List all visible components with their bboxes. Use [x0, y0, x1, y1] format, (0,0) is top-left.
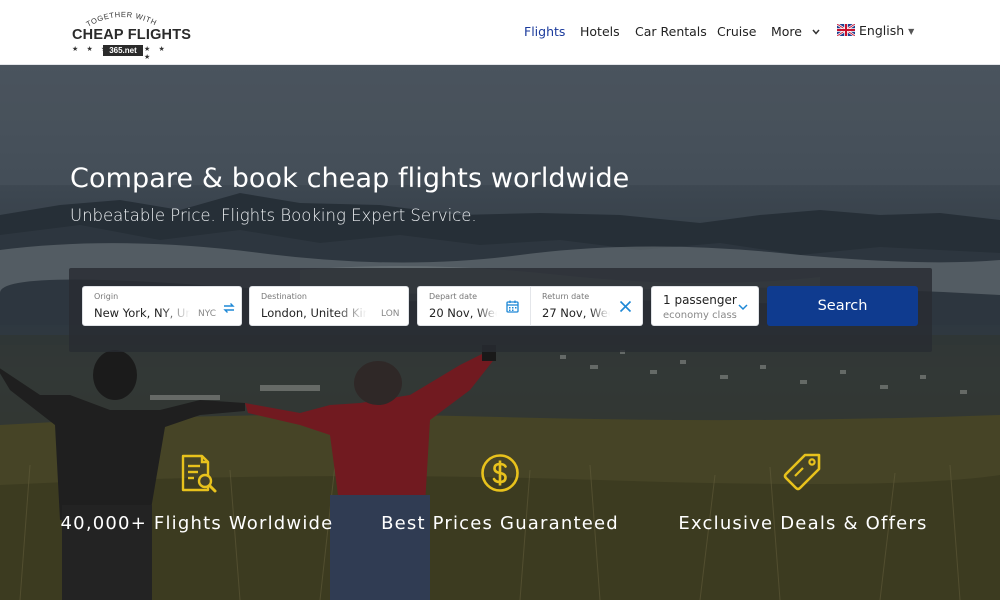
return-date-label: Return date — [542, 292, 590, 301]
language-selector[interactable]: English ▼ — [837, 23, 914, 43]
feature-text: Exclusive Deals & Offers — [678, 513, 928, 534]
destination-code: LON — [381, 309, 400, 319]
chevron-down-icon — [812, 29, 820, 35]
logo-badge: 365.net — [103, 45, 143, 56]
feature-text: 40,000+ Flights Worldwide — [60, 513, 334, 534]
feature-exclusive-deals: Exclusive Deals & Offers — [653, 450, 953, 534]
hero-headline: Compare & book cheap flights worldwide — [70, 163, 630, 194]
passenger-count: 1 passenger — [663, 293, 737, 307]
depart-date-field[interactable]: Depart date 20 Nov, Wed — [417, 286, 531, 326]
depart-date-label: Depart date — [429, 292, 478, 301]
destination-field[interactable]: Destination London, United Kingdom LON — [249, 286, 409, 326]
origin-label: Origin — [94, 292, 119, 301]
logo-arc-text: TOGETHER WITH — [85, 10, 159, 29]
flight-search-form: Origin New York, NY, United States NYC D… — [69, 268, 932, 352]
calendar-icon[interactable] — [506, 300, 519, 313]
destination-value[interactable]: London, United Kingdom — [261, 306, 367, 320]
uk-flag-icon — [837, 24, 855, 36]
nav-car-rentals[interactable]: Car Rentals — [635, 22, 707, 42]
feature-text: Best Prices Guaranteed — [381, 513, 619, 534]
dollar-coin-icon — [481, 454, 519, 492]
nav-more[interactable]: More — [771, 22, 820, 42]
site-logo[interactable]: TOGETHER WITH CHEAP FLIGHTS ★ ★ ★ 365.ne… — [70, 5, 191, 61]
nav-more-label: More — [771, 24, 802, 39]
origin-code: NYC — [198, 309, 217, 319]
clear-return-icon[interactable] — [619, 300, 632, 313]
logo-stars-right: ★ ★ ★ — [144, 45, 168, 61]
hero-subline: Unbeatable Price. Flights Booking Expert… — [70, 206, 477, 225]
nav-cruise[interactable]: Cruise — [717, 22, 756, 42]
feature-flights-worldwide: 40,000+ Flights Worldwide — [47, 450, 347, 534]
search-button[interactable]: Search — [767, 286, 918, 326]
origin-value[interactable]: New York, NY, United States — [94, 306, 190, 320]
destination-label: Destination — [261, 292, 307, 301]
chevron-down-icon — [738, 304, 748, 311]
caret-down-icon: ▼ — [908, 27, 915, 36]
origin-field[interactable]: Origin New York, NY, United States NYC — [82, 286, 242, 326]
return-date-value[interactable]: 27 Nov, Wed — [542, 306, 610, 320]
price-tag-icon — [783, 453, 821, 491]
nav-hotels[interactable]: Hotels — [580, 22, 620, 42]
feature-best-prices: Best Prices Guaranteed — [350, 450, 650, 534]
flight-list-search-icon — [181, 454, 217, 493]
language-label: English — [859, 23, 905, 38]
cabin-class: economy class — [663, 310, 737, 321]
swap-icon[interactable] — [223, 302, 235, 314]
depart-date-value[interactable]: 20 Nov, Wed — [429, 306, 497, 320]
logo-brand: CHEAP FLIGHTS — [72, 27, 192, 43]
return-date-field[interactable]: Return date 27 Nov, Wed — [530, 286, 643, 326]
passenger-selector[interactable]: 1 passenger economy class — [651, 286, 759, 326]
hero-section: Compare & book cheap flights worldwide U… — [0, 65, 1000, 600]
site-header: TOGETHER WITH CHEAP FLIGHTS ★ ★ ★ 365.ne… — [0, 0, 1000, 65]
nav-flights[interactable]: Flights — [524, 22, 565, 42]
svg-text:TOGETHER WITH: TOGETHER WITH — [85, 10, 159, 29]
